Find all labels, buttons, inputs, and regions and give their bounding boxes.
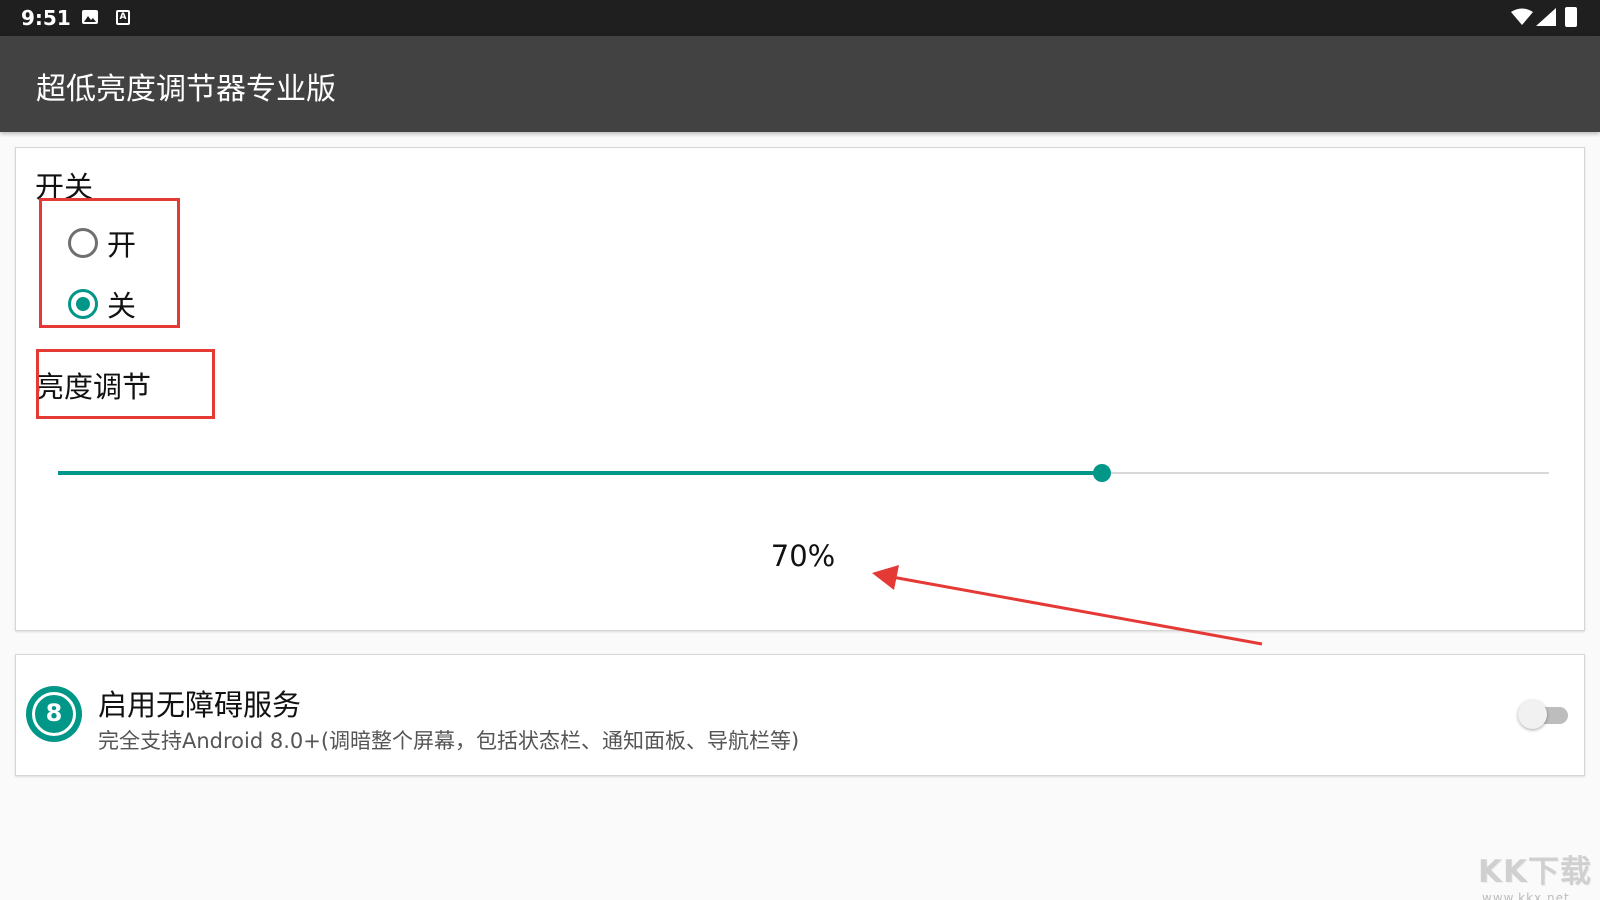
watermark-url: www.kkx.net [1482, 891, 1570, 900]
accessibility-8-icon: 8 [26, 686, 82, 742]
watermark-logo: KK下载 www.kkx.net [1478, 846, 1596, 900]
watermark-logo-text: KK下载 [1478, 854, 1593, 890]
toggle-thumb[interactable] [1518, 700, 1547, 729]
accessibility-title: 启用无障碍服务 [98, 688, 302, 722]
accessibility-subtitle: 完全支持Android 8.0+(调暗整个屏幕，包括状态栏、通知面板、导航栏等) [98, 729, 800, 753]
accessibility-icon-text: 8 [45, 699, 63, 727]
accessibility-toggle[interactable] [1518, 700, 1570, 730]
